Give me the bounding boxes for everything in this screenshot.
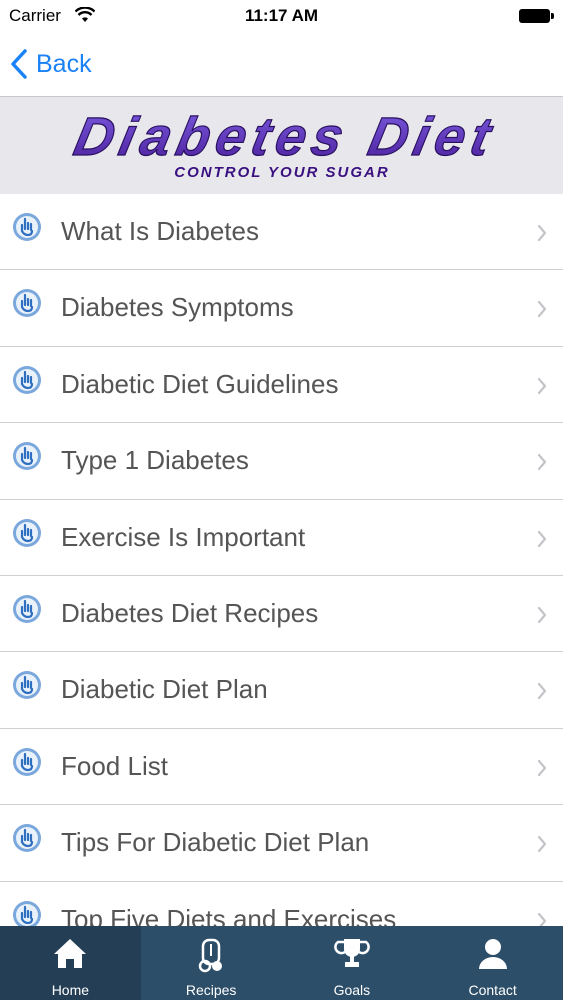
contact-icon <box>478 936 507 969</box>
pointer-bullet-icon <box>13 213 41 241</box>
pointer-bullet-icon <box>13 365 41 394</box>
menu-item[interactable]: Food List <box>0 728 563 806</box>
pointer-bullet-icon <box>13 289 41 318</box>
chevron-left-icon <box>11 49 27 79</box>
chevron-right-icon <box>537 454 547 471</box>
tab-bar: Home Recipes Goals Contact <box>0 926 563 1000</box>
chevron-right-icon <box>537 377 547 394</box>
menu-item[interactable]: Diabetes Symptoms <box>0 270 563 347</box>
back-button[interactable]: Back <box>10 44 92 84</box>
pointer-bullet-icon <box>13 518 41 547</box>
menu-item-label: Top Five Diets and Exercises <box>61 903 397 926</box>
menu-item-label: Diabetes Diet Recipes <box>61 597 319 628</box>
pointer-bullet-icon <box>13 594 41 623</box>
menu-item-label: Type 1 Diabetes <box>61 445 249 476</box>
chevron-right-icon <box>537 912 547 926</box>
tab-goals-label: Goals <box>333 982 371 998</box>
banner-subtitle: CONTROL YOUR SUGAR <box>174 164 389 181</box>
clock: 11:17 AM <box>244 6 319 25</box>
menu-item-label: Diabetic Diet Plan <box>61 674 268 705</box>
pointer-bullet-icon <box>13 900 41 926</box>
menu-item[interactable]: Type 1 Diabetes <box>0 423 563 500</box>
battery-icon <box>519 9 554 23</box>
status-bar: Carrier 11:17 AM <box>0 0 563 34</box>
trophy-icon <box>334 939 370 967</box>
chevron-right-icon <box>537 301 547 318</box>
tab-home[interactable]: Home <box>0 926 141 1000</box>
menu-item[interactable]: Exercise Is Important <box>0 499 563 576</box>
menu-item-label: Exercise Is Important <box>61 521 306 552</box>
tab-contact-label: Contact <box>468 982 517 998</box>
recipes-icon <box>198 938 223 973</box>
menu-item[interactable]: Top Five Diets and Exercises <box>0 881 563 926</box>
chevron-right-icon <box>537 759 547 776</box>
menu-item-label: Food List <box>61 750 168 781</box>
menu-item[interactable]: Diabetes Diet Recipes <box>0 575 563 653</box>
chevron-right-icon <box>537 683 547 700</box>
pointer-bullet-icon <box>13 671 41 700</box>
menu-item[interactable]: Tips For Diabetic Diet Plan <box>0 805 563 882</box>
app-banner: Diabetes Diet CONTROL YOUR SUGAR <box>0 96 563 195</box>
menu-item[interactable]: What Is Diabetes <box>0 194 563 271</box>
back-label: Back <box>36 49 92 78</box>
pointer-bullet-icon <box>13 442 41 471</box>
chevron-right-icon <box>537 606 547 624</box>
menu-item-label: Diabetes Symptoms <box>61 292 294 323</box>
menu-item[interactable]: Diabetic Diet Plan <box>0 652 563 729</box>
navigation-bar: Back <box>0 34 563 96</box>
chevron-right-icon <box>537 836 547 853</box>
banner-title: Diabetes Diet <box>69 107 502 167</box>
menu-item-label: Diabetic Diet Guidelines <box>61 368 339 399</box>
menu-item-label: What Is Diabetes <box>61 216 259 246</box>
home-icon <box>54 939 87 968</box>
tab-goals[interactable]: Goals <box>282 926 423 1000</box>
chevron-right-icon <box>537 530 547 547</box>
banner-logo: Diabetes Diet CONTROL YOUR SUGAR <box>69 106 503 181</box>
menu-item[interactable]: Diabetic Diet Guidelines <box>0 346 563 424</box>
tab-contact[interactable]: Contact <box>422 926 563 1000</box>
pointer-bullet-icon <box>13 747 41 776</box>
tab-recipes-label: Recipes <box>185 982 237 998</box>
tab-recipes[interactable]: Recipes <box>141 926 282 1000</box>
menu-list: What Is Diabetes Diabetes Symptoms Diabeti… <box>0 194 563 926</box>
pointer-bullet-icon <box>13 824 41 853</box>
chevron-right-icon <box>537 224 547 242</box>
tab-home-label: Home <box>51 982 90 998</box>
menu-item-label: Tips For Diabetic Diet Plan <box>61 827 370 858</box>
